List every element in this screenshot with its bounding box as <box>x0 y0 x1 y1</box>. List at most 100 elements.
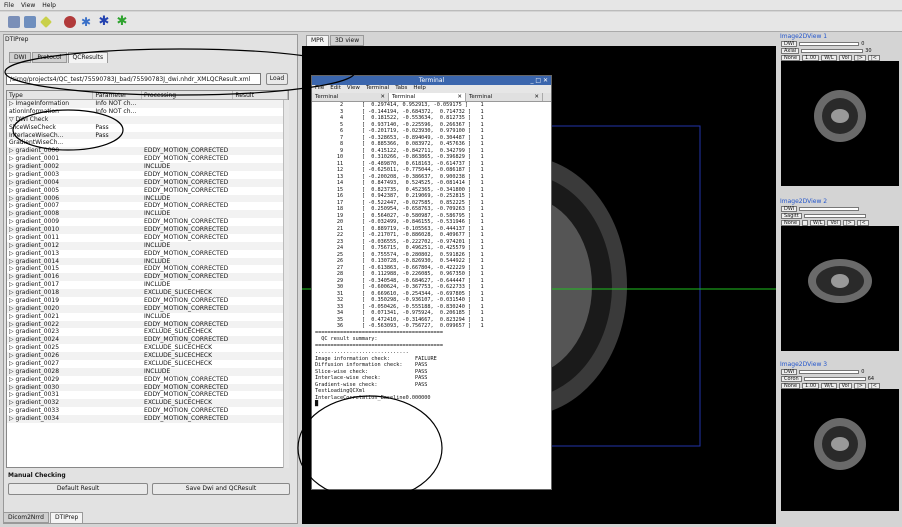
table-row[interactable]: ▷ gradient_0018 EXCLUDE_SLICECHECK <box>7 289 288 297</box>
table-row[interactable]: GradientWiseCh... <box>7 139 288 147</box>
term-menu-terminal[interactable]: Terminal <box>366 85 389 93</box>
table-row[interactable]: ▷ gradient_0004 EDDY_MOTION_CORRECTED <box>7 178 288 187</box>
term-menu-tabs[interactable]: Tabs <box>395 85 407 93</box>
table-row[interactable]: InterlaceWiseCh... Pass <box>7 131 288 140</box>
table-row[interactable]: ▷ gradient_0029 EDDY_MOTION_CORRECTED <box>7 376 288 384</box>
table-row[interactable]: ▷ gradient_0033 EDDY_MOTION_CORRECTED <box>7 407 288 415</box>
table-row[interactable]: ▷ gradient_0019 EDDY_MOTION_CORRECTED <box>7 297 288 305</box>
menu-file[interactable]: File <box>4 2 14 9</box>
brain-view-canvas[interactable] <box>781 226 899 351</box>
slice-slider[interactable] <box>803 376 866 381</box>
table-row[interactable]: ▷ gradient_0015 EDDY_MOTION_CORRECTED <box>7 265 288 273</box>
view-slider[interactable] <box>799 369 860 374</box>
orientation-select[interactable]: Sagitt <box>781 212 802 219</box>
term-menu-help[interactable]: Help <box>413 85 426 93</box>
window-controls-icon[interactable]: _ □ ✕ <box>530 76 548 85</box>
next-button[interactable]: |> <box>854 54 866 61</box>
table-row[interactable]: ▷ gradient_0011 EDDY_MOTION_CORRECTED <box>7 234 288 242</box>
terminal-tab-2[interactable]: Terminal ✕ <box>389 93 466 101</box>
vol-button[interactable]: Vol <box>827 219 841 226</box>
save-dwi-qcresult-button[interactable]: Save Dwi and QCResult <box>152 483 290 495</box>
save-icon[interactable] <box>24 16 36 28</box>
slice-slider[interactable] <box>803 213 866 218</box>
table-row[interactable]: ▷ gradient_0005 EDDY_MOTION_CORRECTED <box>7 187 288 195</box>
wl-button[interactable]: W/L <box>821 54 837 61</box>
table-row[interactable]: ▷ gradient_0022 EDDY_MOTION_CORRECTED <box>7 320 288 329</box>
table-row[interactable]: ▷ gradient_0026 EXCLUDE_SLICECHECK <box>7 352 288 360</box>
brain-view-canvas[interactable] <box>781 389 899 511</box>
table-scrollbar[interactable] <box>283 100 289 468</box>
table-row[interactable]: ▷ gradient_0002 INCLUDE <box>7 163 288 171</box>
table-row[interactable]: ▷ gradient_0012 INCLUDE <box>7 241 288 250</box>
tab-dicom2nrrd[interactable]: Dicom2Nrrd <box>3 512 49 523</box>
col-type[interactable]: Type <box>7 91 94 99</box>
table-row[interactable]: ▷ gradient_0030 EDDY_MOTION_CORRECTED <box>7 383 288 392</box>
opacity-field[interactable] <box>802 219 809 226</box>
tab-dwi[interactable]: DWI <box>9 52 32 63</box>
settings-icon[interactable] <box>64 16 76 28</box>
opacity-field[interactable]: 1.00 <box>802 382 820 389</box>
table-row[interactable]: ▷ gradient_0024 EDDY_MOTION_CORRECTED <box>7 336 288 345</box>
table-row[interactable]: ▷ gradient_0016 EDDY_MOTION_CORRECTED <box>7 273 288 282</box>
col-parameter[interactable]: Parameter <box>93 91 143 99</box>
vol-button[interactable]: Vol <box>838 54 853 61</box>
eraser-icon[interactable] <box>40 16 52 28</box>
table-row[interactable]: ▷ gradient_0034 EDDY_MOTION_CORRECTED <box>7 415 288 423</box>
table-row[interactable]: ▷ gradient_0021 INCLUDE <box>7 313 288 321</box>
image-select[interactable]: DWI <box>781 368 798 375</box>
default-result-button[interactable]: Default Result <box>8 483 148 495</box>
overlay-select[interactable]: None <box>781 219 801 226</box>
table-row[interactable]: ▽ DWI Check <box>7 115 288 124</box>
terminal-tab-3[interactable]: Terminal ✕ <box>466 93 543 101</box>
view-slider[interactable] <box>799 206 860 211</box>
table-row[interactable]: ▷ gradient_0008 INCLUDE <box>7 210 288 219</box>
green-asterisk-icon[interactable]: ✱ <box>116 15 128 28</box>
image-select[interactable]: DWI <box>781 40 798 47</box>
table-row[interactable]: ▷ gradient_0020 EDDY_MOTION_CORRECTED <box>7 304 288 313</box>
next-button[interactable]: |> <box>854 382 866 389</box>
xml-path-field[interactable]: /sirng/projects4/QC_test/75590783J_bad/7… <box>6 73 261 85</box>
terminal-titlebar[interactable]: Terminal _ □ ✕ <box>312 76 551 85</box>
menu-help[interactable]: Help <box>42 2 56 9</box>
table-row[interactable]: ▷ gradient_0010 EDDY_MOTION_CORRECTED <box>7 226 288 234</box>
term-menu-edit[interactable]: Edit <box>330 85 341 93</box>
load-button[interactable]: Load <box>266 73 288 85</box>
table-row[interactable]: ▷ gradient_0009 EDDY_MOTION_CORRECTED <box>7 218 288 226</box>
close-icon[interactable]: ✕ <box>534 94 539 100</box>
orientation-select[interactable]: Axial <box>781 47 800 54</box>
prev-button[interactable]: |< <box>867 54 880 61</box>
col-result[interactable]: Result <box>233 91 288 99</box>
next-button[interactable]: |> <box>842 219 855 226</box>
col-processing[interactable]: Processing <box>142 91 234 99</box>
term-menu-view[interactable]: View <box>347 85 360 93</box>
menu-view[interactable]: View <box>21 2 35 9</box>
terminal-output[interactable]: 2 [ 0.297414, 0.952913, -0.059175 ] 1 3 … <box>312 102 551 485</box>
table-row[interactable]: ▷ gradient_0007 EDDY_MOTION_CORRECTED <box>7 202 288 210</box>
view-slider[interactable] <box>799 41 860 46</box>
tab-3d-view[interactable]: 3D view <box>329 35 365 46</box>
overlay-select[interactable]: None <box>781 54 801 61</box>
opacity-field[interactable]: 1.00 <box>802 54 820 61</box>
orientation-select[interactable]: Coron <box>781 375 802 382</box>
wl-button[interactable]: W/L <box>810 219 826 226</box>
table-row[interactable]: ▷ gradient_0025 EXCLUDE_SLICECHECK <box>7 344 288 352</box>
table-row[interactable]: ▷ gradient_0031 EDDY_MOTION_CORRECTED <box>7 391 288 399</box>
term-menu-file[interactable]: File <box>315 85 324 93</box>
star-icon[interactable]: ✱ <box>80 16 92 28</box>
close-icon[interactable]: ✕ <box>457 94 462 100</box>
table-row[interactable]: ▷ gradient_0000 EDDY_MOTION_CORRECTED <box>7 147 288 156</box>
brain-view-canvas[interactable] <box>781 61 899 186</box>
slice-slider[interactable] <box>801 48 864 53</box>
prev-button[interactable]: |< <box>856 219 869 226</box>
table-row[interactable]: ▷ gradient_0017 INCLUDE <box>7 281 288 289</box>
table-row[interactable]: ▷ gradient_0014 INCLUDE <box>7 257 288 266</box>
table-row[interactable]: SliceWiseCheck Pass <box>7 124 288 132</box>
image-select[interactable]: DWI <box>781 205 798 212</box>
table-row[interactable]: ▷ gradient_0003 EDDY_MOTION_CORRECTED <box>7 171 288 179</box>
table-row[interactable]: ▷ gradient_0013 EDDY_MOTION_CORRECTED <box>7 250 288 258</box>
table-row[interactable]: ▷ gradient_0027 EXCLUDE_SLICECHECK <box>7 360 288 368</box>
open-icon[interactable] <box>8 16 20 28</box>
tab-mpr[interactable]: MPR <box>306 35 329 46</box>
table-row[interactable]: ▷ gradient_0006 INCLUDE <box>7 194 288 203</box>
terminal-tab-1[interactable]: Terminal ✕ <box>312 93 389 101</box>
